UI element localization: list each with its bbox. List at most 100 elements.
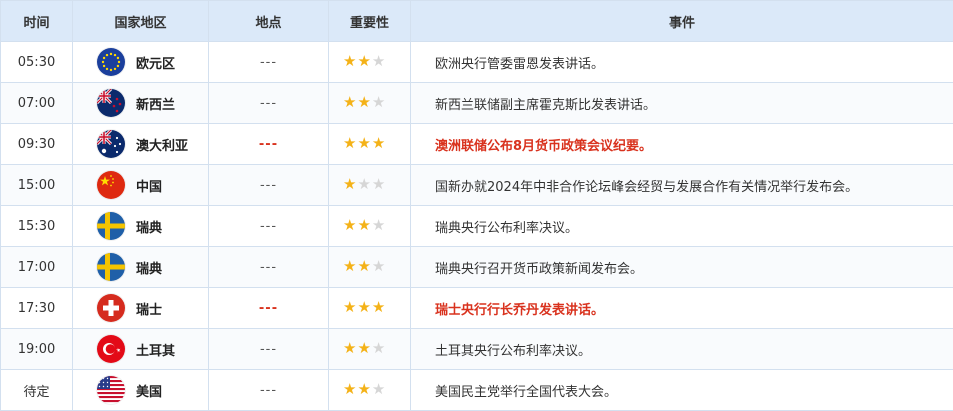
event-place: --- [209,247,329,288]
table-row[interactable]: 15:00 中国 --- ★★★ 国新办就2024年中非合作论坛峰会经贸与发展合… [1,165,953,206]
event-description[interactable]: 瑞典央行公布利率决议。 [411,206,953,247]
star-filled-icon: ★ [343,177,356,192]
country-name: 欧元区 [136,53,175,72]
star-empty-icon: ★ [357,177,370,192]
event-country: 欧元区 [73,42,209,83]
star-filled-icon: ★ [343,54,356,69]
star-filled-icon: ★ [372,300,385,315]
star-filled-icon: ★ [357,382,370,397]
event-place: --- [209,42,329,83]
country-name: 新西兰 [136,94,175,113]
star-filled-icon: ★ [357,259,370,274]
event-country: 土耳其 [73,329,209,370]
table-header: 时间 国家地区 地点 重要性 事件 [1,1,953,42]
eu-flag-icon [97,48,125,76]
header-country[interactable]: 国家地区 [73,1,209,42]
star-filled-icon: ★ [343,95,356,110]
star-empty-icon: ★ [372,382,385,397]
star-rating: ★★★ [329,259,385,274]
table-row[interactable]: 17:00 瑞典 --- ★★★ 瑞典央行召开货币政策新闻发布会。 [1,247,953,288]
star-empty-icon: ★ [372,177,385,192]
nz-flag-icon [97,89,125,117]
cn-flag-icon [97,171,125,199]
table-row[interactable]: 09:30 澳大利亚 --- ★★★ 澳洲联储公布8月货币政策会议纪要。 [1,124,953,165]
star-rating: ★★★ [329,300,385,315]
us-flag-icon [97,376,125,404]
event-place: --- [209,165,329,206]
star-filled-icon: ★ [357,95,370,110]
importance-rating: ★★★ [329,370,411,411]
star-filled-icon: ★ [343,300,356,315]
event-description[interactable]: 国新办就2024年中非合作论坛峰会经贸与发展合作有关情况举行发布会。 [411,165,953,206]
country-name: 澳大利亚 [136,135,188,154]
star-filled-icon: ★ [343,259,356,274]
tr-flag-icon [97,335,125,363]
country-name: 中国 [136,176,162,195]
event-place: --- [209,370,329,411]
star-filled-icon: ★ [343,136,356,151]
star-empty-icon: ★ [372,54,385,69]
event-country: 瑞典 [73,206,209,247]
header-time[interactable]: 时间 [1,1,73,42]
table-row[interactable]: 15:30 瑞典 --- ★★★ 瑞典央行公布利率决议。 [1,206,953,247]
table-row[interactable]: 07:00 新西兰 --- ★★★ 新西兰联储副主席霍克斯比发表讲话。 [1,83,953,124]
event-country: 新西兰 [73,83,209,124]
country-name: 瑞典 [136,258,162,277]
star-rating: ★★★ [329,95,385,110]
event-description[interactable]: 瑞典央行召开货币政策新闻发布会。 [411,247,953,288]
country-name: 瑞典 [136,217,162,236]
star-rating: ★★★ [329,136,385,151]
event-place: --- [209,288,329,329]
star-rating: ★★★ [329,382,385,397]
importance-rating: ★★★ [329,42,411,83]
event-country: 澳大利亚 [73,124,209,165]
event-description[interactable]: 新西兰联储副主席霍克斯比发表讲话。 [411,83,953,124]
header-place[interactable]: 地点 [209,1,329,42]
star-rating: ★★★ [329,341,385,356]
event-country: 中国 [73,165,209,206]
table-body: 05:30 欧元区 --- ★★★ 欧洲央行管委雷恩发表讲话。 07:00 新西… [1,42,953,411]
event-time: 待定 [1,370,73,411]
star-filled-icon: ★ [357,300,370,315]
event-time: 17:30 [1,288,73,329]
importance-rating: ★★★ [329,247,411,288]
star-rating: ★★★ [329,54,385,69]
event-description[interactable]: 土耳其央行公布利率决议。 [411,329,953,370]
header-importance[interactable]: 重要性 [329,1,411,42]
importance-rating: ★★★ [329,329,411,370]
star-filled-icon: ★ [343,382,356,397]
star-filled-icon: ★ [357,54,370,69]
event-place: --- [209,329,329,370]
importance-rating: ★★★ [329,288,411,329]
event-description[interactable]: 美国民主党举行全国代表大会。 [411,370,953,411]
header-event[interactable]: 事件 [411,1,953,42]
table-row[interactable]: 05:30 欧元区 --- ★★★ 欧洲央行管委雷恩发表讲话。 [1,42,953,83]
importance-rating: ★★★ [329,206,411,247]
event-time: 19:00 [1,329,73,370]
country-name: 土耳其 [136,340,175,359]
event-time: 17:00 [1,247,73,288]
event-country: 瑞典 [73,247,209,288]
se-flag-icon [97,212,125,240]
table-row[interactable]: 待定 美国 --- ★★★ 美国民主党举行全国代表大会。 [1,370,953,411]
importance-rating: ★★★ [329,83,411,124]
event-country: 瑞士 [73,288,209,329]
event-description[interactable]: 欧洲央行管委雷恩发表讲话。 [411,42,953,83]
economic-calendar-table: 时间 国家地区 地点 重要性 事件 05:30 欧元区 --- ★★★ 欧洲央行… [0,0,953,411]
event-description[interactable]: 澳洲联储公布8月货币政策会议纪要。 [411,124,953,165]
star-empty-icon: ★ [372,341,385,356]
event-time: 15:00 [1,165,73,206]
table-row[interactable]: 19:00 土耳其 --- ★★★ 土耳其央行公布利率决议。 [1,329,953,370]
table-row[interactable]: 17:30 瑞士 --- ★★★ 瑞士央行行长乔丹发表讲话。 [1,288,953,329]
event-time: 15:30 [1,206,73,247]
star-rating: ★★★ [329,177,385,192]
star-empty-icon: ★ [372,95,385,110]
importance-rating: ★★★ [329,165,411,206]
star-filled-icon: ★ [357,341,370,356]
star-filled-icon: ★ [357,136,370,151]
star-filled-icon: ★ [343,341,356,356]
event-time: 07:00 [1,83,73,124]
event-place: --- [209,206,329,247]
star-filled-icon: ★ [343,218,356,233]
event-description[interactable]: 瑞士央行行长乔丹发表讲话。 [411,288,953,329]
